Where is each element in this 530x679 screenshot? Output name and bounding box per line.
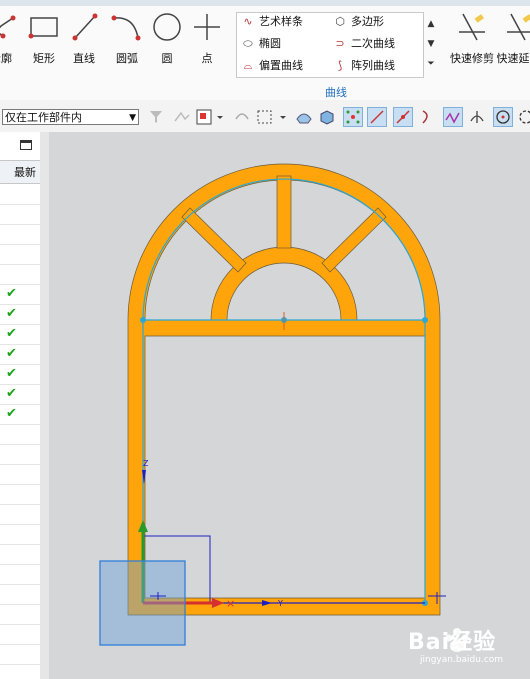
watermark-text: Bai经验 bbox=[408, 630, 497, 655]
watermark-url: jingyan.baidu.com bbox=[420, 655, 504, 665]
selection-rectangle bbox=[99, 560, 186, 646]
svg-text:Z: Z bbox=[143, 459, 149, 468]
sketch-drawing: × Y Z bbox=[99, 163, 446, 646]
svg-text:Y: Y bbox=[277, 599, 283, 608]
svg-text:×: × bbox=[226, 597, 235, 610]
